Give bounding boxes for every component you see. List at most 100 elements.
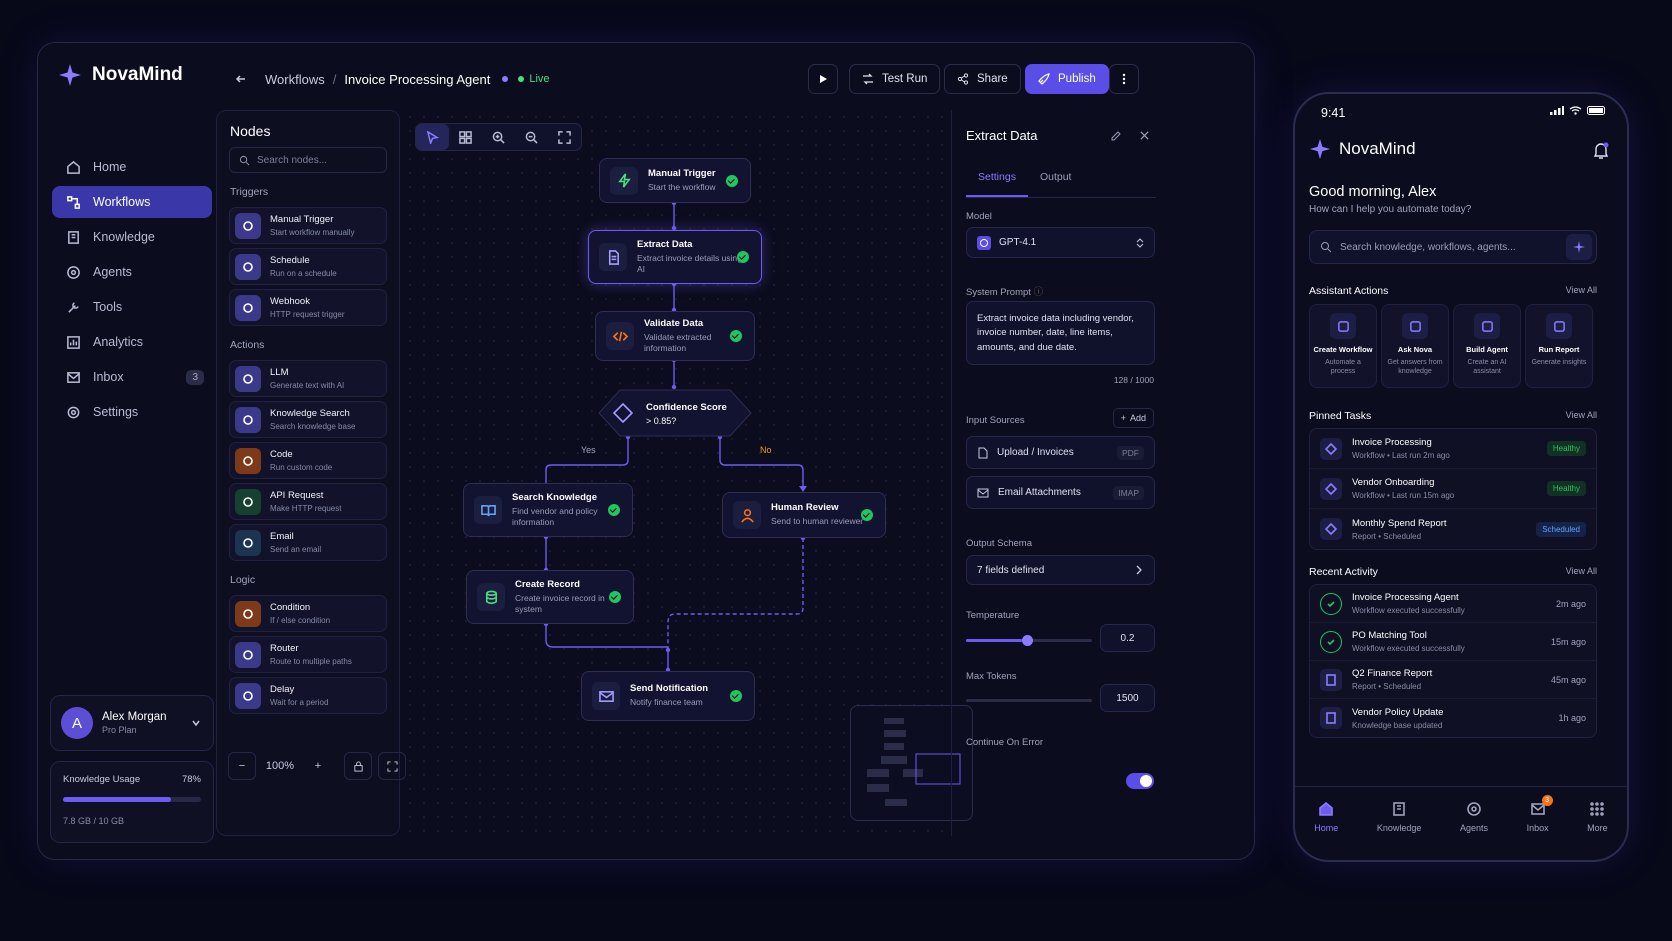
play-icon bbox=[820, 75, 827, 83]
tab-agents[interactable]: Agents bbox=[1460, 801, 1488, 860]
sidebar-item-workflows[interactable]: Workflows bbox=[52, 186, 212, 218]
view-all-link[interactable]: View All bbox=[1566, 566, 1597, 578]
sidebar-item-analytics[interactable]: Analytics bbox=[52, 326, 212, 358]
user-menu[interactable]: A Alex Morgan Pro Plan bbox=[50, 695, 214, 751]
tab-settings[interactable]: Settings bbox=[966, 168, 1028, 197]
source-upload-invoices[interactable]: Upload / Invoices PDF bbox=[966, 436, 1155, 469]
search-nodes-input[interactable]: Search nodes... bbox=[229, 147, 387, 173]
node-type-icon bbox=[235, 253, 261, 280]
tab-knowledge[interactable]: Knowledge bbox=[1377, 801, 1421, 860]
chevron-down-icon bbox=[192, 720, 200, 727]
node-type-item[interactable]: Delay Wait for a period bbox=[229, 677, 387, 714]
sidebar-item-label: Agents bbox=[93, 265, 132, 279]
node-type-item[interactable]: Condition If / else condition bbox=[229, 595, 387, 632]
activity-title: Vendor Policy Update bbox=[1352, 706, 1444, 718]
edit-icon[interactable] bbox=[1110, 130, 1122, 142]
activity-row[interactable]: Vendor Policy Update Knowledge base updat… bbox=[1310, 699, 1596, 737]
temperature-value[interactable]: 0.2 bbox=[1100, 624, 1155, 652]
continue-on-error-toggle[interactable] bbox=[1126, 773, 1154, 789]
close-icon[interactable] bbox=[1139, 130, 1150, 141]
test-run-button[interactable]: Test Run bbox=[849, 64, 941, 94]
tab-inbox[interactable]: Inbox 3 bbox=[1527, 795, 1553, 860]
more-button[interactable] bbox=[1109, 64, 1139, 94]
output-schema-button[interactable]: 7 fields defined bbox=[966, 555, 1155, 585]
source-email-attachments[interactable]: Email Attachments IMAP bbox=[966, 476, 1155, 509]
node-type-item[interactable]: Manual Trigger Start workflow manually bbox=[229, 207, 387, 244]
sidebar-item-home[interactable]: Home bbox=[52, 151, 212, 183]
add-source-button[interactable]: + Add bbox=[1112, 408, 1154, 428]
zoom-in-button[interactable]: + bbox=[304, 752, 332, 780]
sidebar-item-agents[interactable]: Agents bbox=[52, 256, 212, 288]
tab-output[interactable]: Output bbox=[1028, 168, 1084, 197]
sidebar-item-knowledge[interactable]: Knowledge bbox=[52, 221, 212, 253]
node-manual-trigger[interactable]: Manual Trigger Start the workflow bbox=[599, 158, 751, 203]
status-badge: Live bbox=[518, 73, 550, 85]
node-desc: Extract invoice details using AI bbox=[637, 252, 742, 274]
node-desc: > 0.85? bbox=[646, 416, 677, 426]
avatar: A bbox=[61, 707, 93, 739]
model-select[interactable]: GPT-4.1 bbox=[966, 227, 1155, 258]
node-title: Search Knowledge bbox=[512, 491, 597, 503]
properties-tabs: Settings Output bbox=[966, 168, 1156, 198]
node-type-item[interactable]: Schedule Run on a schedule bbox=[229, 248, 387, 285]
activity-row[interactable]: Q2 Finance Report Report • Scheduled 45m a… bbox=[1310, 661, 1596, 699]
activity-row[interactable]: PO Matching Tool Workflow executed succes… bbox=[1310, 623, 1596, 661]
zoom-out-button[interactable]: − bbox=[228, 752, 256, 780]
assistant-action-card[interactable]: Build Agent Create an AI assistant bbox=[1453, 304, 1521, 388]
node-type-name: Delay bbox=[270, 684, 295, 695]
node-type-item[interactable]: LLM Generate text with AI bbox=[229, 360, 387, 397]
node-type-item[interactable]: Knowledge Search Search knowledge base bbox=[229, 401, 387, 438]
sidebar-item-tools[interactable]: Tools bbox=[52, 291, 212, 323]
node-type-item[interactable]: Router Route to multiple paths bbox=[229, 636, 387, 673]
node-extract-data[interactable]: Extract Data Extract invoice details usin… bbox=[588, 230, 762, 284]
max-tokens-value[interactable]: 1500 bbox=[1100, 684, 1155, 712]
fit-view-button[interactable] bbox=[378, 752, 406, 780]
temperature-slider[interactable] bbox=[966, 635, 1092, 646]
pinned-task-row[interactable]: Invoice Processing Workflow • Last run 2m… bbox=[1310, 429, 1596, 469]
app-name: NovaMind bbox=[92, 64, 183, 85]
node-validate-data[interactable]: Validate Data Validate extracted informat… bbox=[595, 311, 755, 361]
node-icon bbox=[474, 496, 502, 524]
node-type-item[interactable]: Code Run custom code bbox=[229, 442, 387, 479]
mobile-search-input[interactable]: Search knowledge, workflows, agents... bbox=[1309, 230, 1597, 264]
view-all-link[interactable]: View All bbox=[1566, 285, 1597, 297]
node-type-item[interactable]: Webhook HTTP request trigger bbox=[229, 289, 387, 326]
lock-button[interactable] bbox=[344, 752, 372, 780]
max-tokens-slider[interactable] bbox=[966, 699, 1092, 702]
sidebar-item-inbox[interactable]: Inbox 3 bbox=[52, 361, 212, 393]
assistant-action-card[interactable]: Ask Nova Get answers from knowledge bbox=[1381, 304, 1449, 388]
sparkle-button[interactable] bbox=[1566, 234, 1592, 260]
mail-icon bbox=[598, 690, 614, 702]
bell-icon[interactable] bbox=[1593, 142, 1609, 160]
tab-home[interactable]: Home bbox=[1314, 801, 1338, 860]
system-prompt-textarea[interactable]: Extract invoice data including vendor, i… bbox=[966, 301, 1155, 365]
node-create-record[interactable]: Create Record Create invoice record in sy… bbox=[466, 570, 634, 624]
pinned-task-row[interactable]: Monthly Spend Report Report • Scheduled Sc… bbox=[1310, 509, 1596, 549]
pinned-task-row[interactable]: Vendor Onboarding Workflow • Last run 15m… bbox=[1310, 469, 1596, 509]
node-send-notification[interactable]: Send Notification Notify finance team bbox=[581, 671, 755, 721]
breadcrumb-root[interactable]: Workflows bbox=[265, 72, 325, 87]
run-button[interactable] bbox=[808, 64, 838, 94]
slider-knob[interactable] bbox=[1021, 635, 1033, 646]
gear-icon bbox=[67, 406, 80, 418]
share-button[interactable]: Share bbox=[944, 64, 1021, 94]
assistant-action-card[interactable]: Run Report Generate insights bbox=[1525, 304, 1593, 388]
document-icon bbox=[608, 249, 619, 265]
home-icon bbox=[1319, 801, 1334, 816]
node-confidence-score[interactable]: Confidence Score > 0.85? bbox=[598, 389, 752, 437]
node-search-knowledge[interactable]: Search Knowledge Find vendor and policy i… bbox=[463, 483, 633, 537]
node-type-item[interactable]: Email Send an email bbox=[229, 524, 387, 561]
node-icon bbox=[592, 682, 620, 710]
back-button[interactable] bbox=[229, 67, 253, 91]
tab-more[interactable]: More bbox=[1587, 801, 1608, 860]
task-icon bbox=[1320, 518, 1342, 540]
app-logo[interactable]: NovaMind bbox=[58, 63, 183, 87]
sidebar-item-settings[interactable]: Settings bbox=[52, 396, 212, 428]
node-type-item[interactable]: API Request Make HTTP request bbox=[229, 483, 387, 520]
publish-button[interactable]: Publish bbox=[1025, 64, 1109, 94]
view-all-link[interactable]: View All bbox=[1566, 410, 1597, 422]
activity-row[interactable]: Invoice Processing Agent Workflow execute… bbox=[1310, 585, 1596, 623]
node-human-review[interactable]: Human Review Send to human reviewer bbox=[722, 492, 886, 538]
assistant-action-card[interactable]: Create Workflow Automate a process bbox=[1309, 304, 1377, 388]
node-title: Extract Data bbox=[637, 238, 693, 250]
